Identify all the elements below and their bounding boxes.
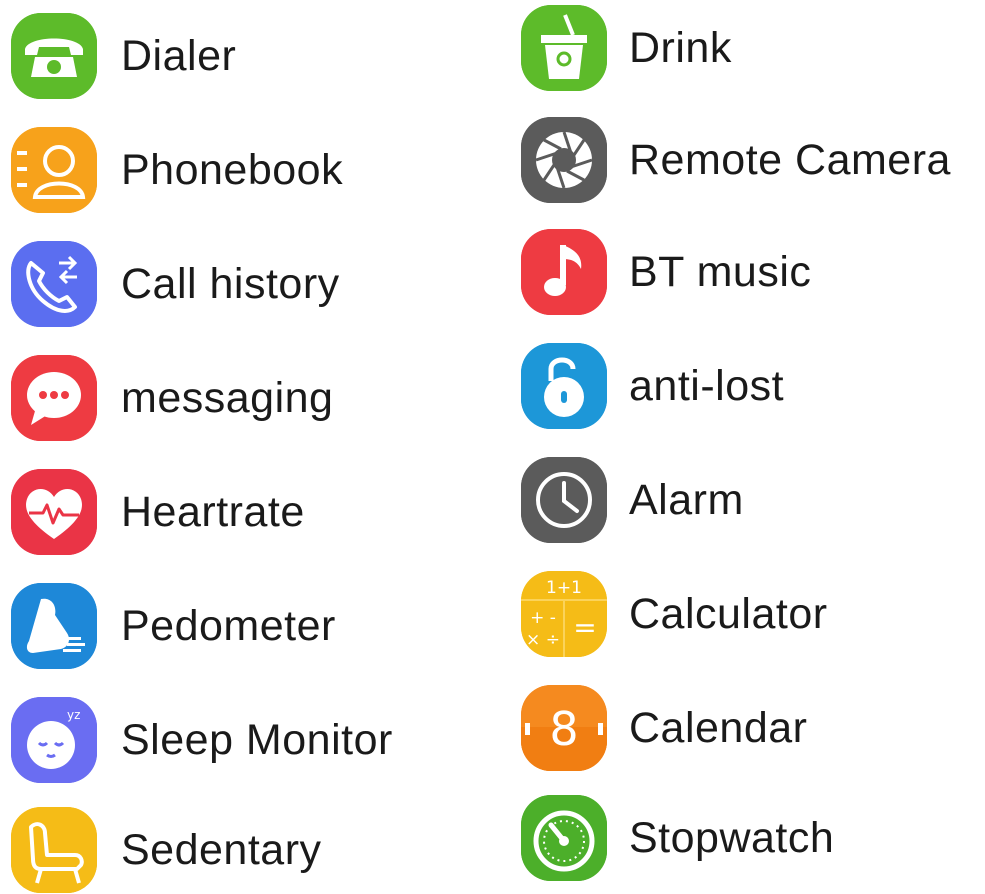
app-label: Call history [121, 259, 340, 308]
app-item-calendar[interactable]: 8 Calendar [521, 684, 808, 772]
app-label: Phonebook [121, 145, 344, 194]
app-label: Stopwatch [629, 813, 835, 862]
app-item-sedentary[interactable]: Sedentary [11, 806, 322, 894]
app-item-messaging[interactable]: messaging [11, 354, 333, 442]
svg-text:yz: yz [67, 708, 80, 722]
app-item-anti-lost[interactable]: anti-lost [521, 342, 784, 430]
chat-bubble-icon [11, 355, 97, 441]
app-label: Calculator [629, 589, 828, 638]
app-label: Pedometer [121, 601, 336, 650]
calculator-equals-text: = [573, 611, 596, 644]
app-item-call-history[interactable]: Call history [11, 240, 340, 328]
app-label: BT music [629, 247, 812, 296]
music-note-icon [521, 229, 607, 315]
app-item-alarm[interactable]: Alarm [521, 456, 744, 544]
calculator-ops-text: + - [530, 608, 556, 628]
app-item-sleep-monitor[interactable]: yz Sleep Monitor [11, 696, 393, 784]
chair-icon [11, 807, 97, 893]
camera-aperture-icon [521, 117, 607, 203]
app-label: Drink [629, 23, 732, 72]
app-item-phonebook[interactable]: Phonebook [11, 126, 343, 214]
app-label: Sedentary [121, 825, 322, 874]
sleeping-face-icon: yz [11, 697, 97, 783]
app-item-dialer[interactable]: Dialer [11, 12, 236, 100]
calculator-icon: 1+1 + - × ÷ = [521, 571, 607, 657]
cup-icon [521, 5, 607, 91]
phone-icon [11, 13, 97, 99]
calculator-display-text: 1+1 [546, 578, 582, 598]
app-item-heartrate[interactable]: Heartrate [11, 468, 305, 556]
app-label: messaging [121, 373, 334, 422]
call-history-icon [11, 241, 97, 327]
app-item-stopwatch[interactable]: Stopwatch [521, 794, 834, 882]
app-label: Sleep Monitor [121, 715, 393, 764]
app-label: Alarm [629, 475, 744, 524]
clock-icon [521, 457, 607, 543]
calendar-day-text: 8 [549, 702, 578, 756]
app-item-calculator[interactable]: 1+1 + - × ÷ = Calculator [521, 570, 828, 658]
app-label: Heartrate [121, 487, 305, 536]
app-label: Calendar [629, 703, 808, 752]
app-label: anti-lost [629, 361, 785, 410]
heart-pulse-icon [11, 469, 97, 555]
calendar-icon: 8 [521, 685, 607, 771]
app-item-drink[interactable]: Drink [521, 4, 732, 92]
contacts-icon [11, 127, 97, 213]
app-label: Dialer [121, 31, 237, 80]
unlocked-padlock-icon [521, 343, 607, 429]
calculator-ops2-text: × ÷ [526, 630, 560, 650]
stopwatch-icon [521, 795, 607, 881]
app-label: Remote Camera [629, 135, 951, 184]
running-shoe-icon [11, 583, 97, 669]
app-item-remote-camera[interactable]: Remote Camera [521, 116, 951, 204]
app-item-bt-music[interactable]: BT music [521, 228, 811, 316]
app-item-pedometer[interactable]: Pedometer [11, 582, 336, 670]
